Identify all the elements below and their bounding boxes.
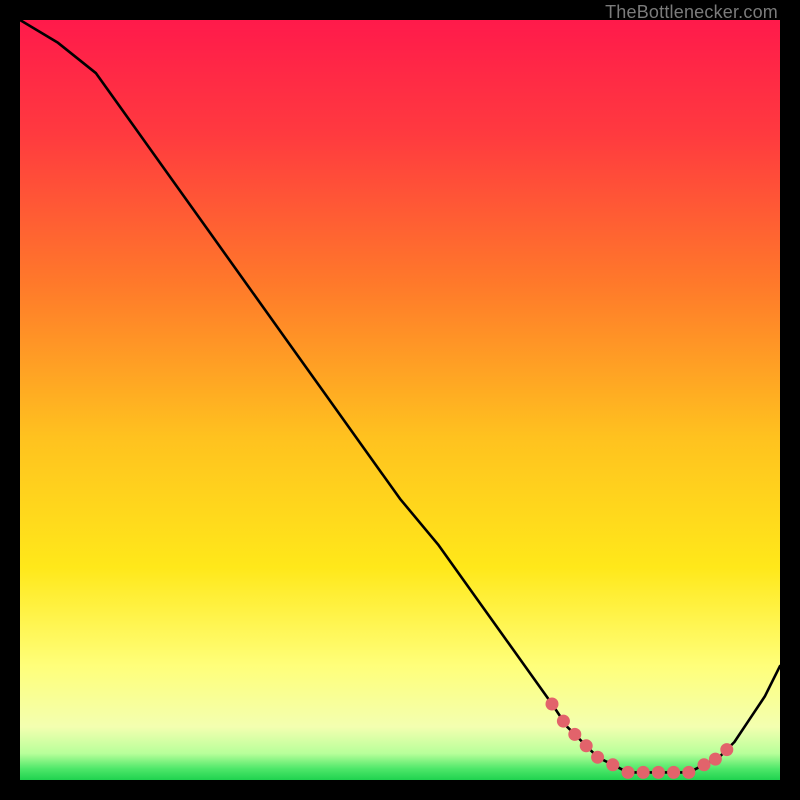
curve-marker — [591, 751, 604, 764]
curve-marker — [698, 758, 711, 771]
curve-marker — [606, 758, 619, 771]
curve-marker — [546, 698, 559, 711]
curve-marker — [720, 743, 733, 756]
curve-marker — [667, 766, 680, 779]
chart-curve — [20, 20, 780, 780]
curve-marker — [622, 766, 635, 779]
curve-marker — [637, 766, 650, 779]
plot-frame — [20, 20, 780, 780]
bottleneck-curve-path — [20, 20, 780, 772]
curve-marker — [652, 766, 665, 779]
curve-marker — [568, 728, 581, 741]
chart-container: TheBottlenecker.com — [0, 0, 800, 800]
curve-marker — [580, 739, 593, 752]
curve-marker — [709, 753, 722, 766]
curve-marker — [682, 766, 695, 779]
curve-marker — [557, 715, 570, 728]
